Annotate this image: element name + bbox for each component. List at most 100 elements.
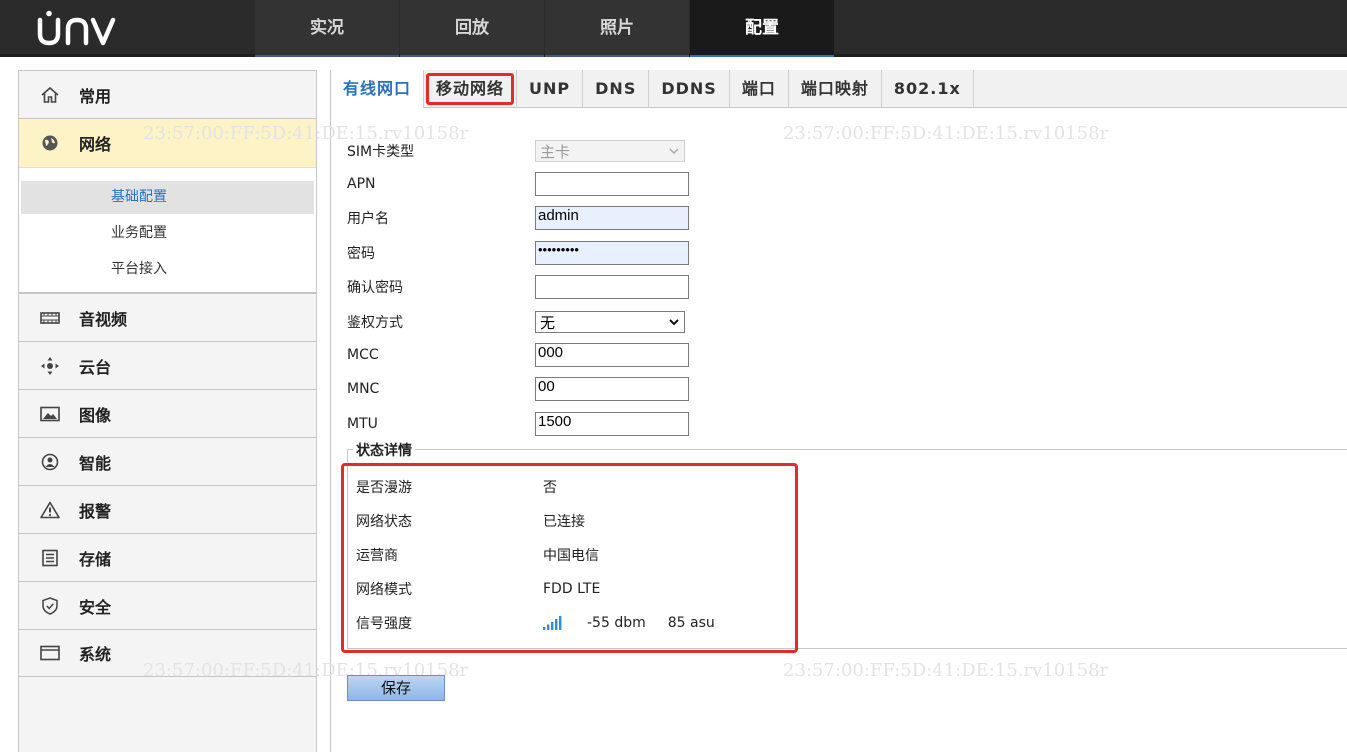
mnc-label: MNC	[347, 381, 380, 397]
sidebar-item-smart[interactable]: 智能	[19, 437, 316, 485]
signal-label: 信号强度	[356, 616, 412, 632]
status-roaming-row: 是否漫游 否	[356, 475, 557, 499]
nav-playback[interactable]: 回放	[400, 0, 544, 57]
mcc-input[interactable]: 000	[535, 343, 689, 367]
ptz-icon	[39, 356, 61, 375]
password-label: 密码	[347, 246, 375, 262]
carrier-label: 运营商	[356, 548, 398, 564]
network-mode-value: FDD LTE	[543, 581, 601, 597]
tab-unp[interactable]: UNP	[517, 70, 584, 108]
nav-live[interactable]: 实况	[255, 0, 399, 57]
confirm-password-row: 确认密码	[347, 275, 689, 299]
nav-config-label: 配置	[745, 18, 779, 38]
mcc-row: MCC 000	[347, 343, 689, 367]
sidebar-item-label: 安全	[79, 597, 112, 617]
username-input[interactable]: admin	[535, 206, 689, 230]
submenu-service-config[interactable]: 业务配置	[21, 217, 314, 250]
unv-logo	[37, 10, 116, 46]
sidebar-item-ptz[interactable]: 云台	[19, 341, 316, 389]
sidebar-item-alarm[interactable]: 报警	[19, 485, 316, 533]
network-state-label: 网络状态	[356, 514, 412, 530]
apn-label: APN	[347, 176, 376, 192]
sidebar-item-common[interactable]: 常用	[19, 70, 316, 118]
sim-type-value: 主卡	[540, 142, 571, 161]
watermark: 23:57:00:FF:5D:41:DE:15.rv10158r	[783, 123, 1109, 144]
home-icon	[39, 86, 61, 104]
apn-row: APN	[347, 172, 689, 196]
submenu-platform-access[interactable]: 平台接入	[21, 253, 314, 286]
submenu-basic-config[interactable]: 基础配置	[21, 181, 314, 214]
image-icon	[39, 405, 61, 423]
sidebar-item-label: 音视频	[79, 309, 128, 329]
sidebar-item-security[interactable]: 安全	[19, 581, 316, 629]
watermark: 23:57:00:FF:5D:41:DE:15.rv10158r	[783, 660, 1109, 681]
network-tabs: 有线网口 移动网络 UNP DNS DDNS 端口 端口映射 802.1x	[331, 70, 1347, 108]
save-button[interactable]: 保存	[347, 675, 445, 701]
sidebar: 常用 网络 基础配置 业务配置 平台接入 音视频 云台 图像 智能 报警 存储 …	[18, 70, 317, 752]
sim-type-label: SIM卡类型	[347, 144, 415, 160]
sidebar-item-storage[interactable]: 存储	[19, 533, 316, 581]
apn-input[interactable]	[535, 172, 689, 196]
nav-live-label: 实况	[310, 18, 344, 38]
top-nav: 实况 回放 照片 配置	[255, 0, 835, 57]
smart-icon	[39, 453, 61, 471]
signal-strength-icon	[543, 616, 562, 630]
sidebar-item-label: 智能	[79, 453, 112, 473]
sidebar-item-audio-video[interactable]: 音视频	[19, 293, 316, 341]
sidebar-item-network[interactable]: 网络	[19, 118, 316, 167]
storage-icon	[39, 549, 61, 567]
tab-8021x[interactable]: 802.1x	[882, 70, 974, 108]
username-label: 用户名	[347, 211, 389, 227]
status-network-mode-row: 网络模式 FDD LTE	[356, 577, 600, 601]
nav-photo-label: 照片	[600, 18, 634, 38]
tab-wired-port[interactable]: 有线网口	[331, 70, 425, 108]
mcc-label: MCC	[347, 347, 379, 363]
mnc-input[interactable]: 00	[535, 377, 689, 401]
mnc-row: MNC 00	[347, 377, 689, 401]
network-mode-label: 网络模式	[356, 582, 412, 598]
sidebar-item-label: 系统	[79, 645, 112, 664]
tab-dns[interactable]: DNS	[583, 70, 650, 108]
tab-mobile-network[interactable]: 移动网络	[424, 70, 518, 108]
status-carrier-row: 运营商 中国电信	[356, 543, 599, 567]
content-panel: 有线网口 移动网络 UNP DNS DDNS 端口 端口映射 802.1x 23…	[143, 70, 1347, 752]
sidebar-item-label: 常用	[79, 86, 112, 106]
sidebar-item-label: 云台	[79, 357, 112, 377]
tab-port-mapping[interactable]: 端口映射	[789, 70, 882, 108]
roaming-value: 否	[543, 480, 557, 496]
tab-ddns[interactable]: DDNS	[649, 70, 730, 108]
roaming-label: 是否漫游	[356, 480, 412, 496]
confirm-password-input[interactable]	[535, 275, 689, 299]
status-legend: 状态详情	[353, 440, 415, 460]
signal-asu: 85 asu	[667, 615, 715, 631]
sidebar-item-system[interactable]: 系统	[19, 629, 316, 677]
sidebar-item-label: 存储	[79, 549, 112, 569]
sidebar-item-image[interactable]: 图像	[19, 389, 316, 437]
sidebar-item-label: 报警	[79, 501, 112, 521]
auth-method-value: 无	[540, 313, 556, 332]
system-icon	[39, 644, 61, 662]
globe-icon	[39, 134, 61, 152]
sidebar-item-label: 图像	[79, 405, 112, 425]
status-fieldset-top	[347, 449, 1347, 450]
auth-method-select[interactable]: 无	[535, 311, 685, 333]
alarm-icon	[39, 501, 61, 519]
sim-type-row: SIM卡类型 主卡	[347, 139, 685, 163]
network-submenu: 基础配置 业务配置 平台接入	[19, 167, 316, 293]
chevron-down-icon	[669, 148, 679, 155]
nav-config[interactable]: 配置	[690, 0, 834, 57]
tab-port[interactable]: 端口	[730, 70, 789, 108]
auth-method-label: 鉴权方式	[347, 315, 403, 331]
video-icon	[39, 309, 61, 327]
mtu-input[interactable]: 1500	[535, 412, 689, 436]
password-row: 密码 •••••••••	[347, 241, 689, 265]
confirm-password-label: 确认密码	[347, 280, 403, 296]
sim-type-select[interactable]: 主卡	[535, 140, 685, 162]
mtu-label: MTU	[347, 416, 378, 432]
sidebar-item-label: 网络	[79, 135, 112, 154]
password-input[interactable]: •••••••••	[535, 241, 689, 265]
carrier-value: 中国电信	[543, 548, 599, 564]
username-row: 用户名 admin	[347, 206, 689, 230]
shield-icon	[39, 596, 61, 615]
nav-photo[interactable]: 照片	[545, 0, 689, 57]
